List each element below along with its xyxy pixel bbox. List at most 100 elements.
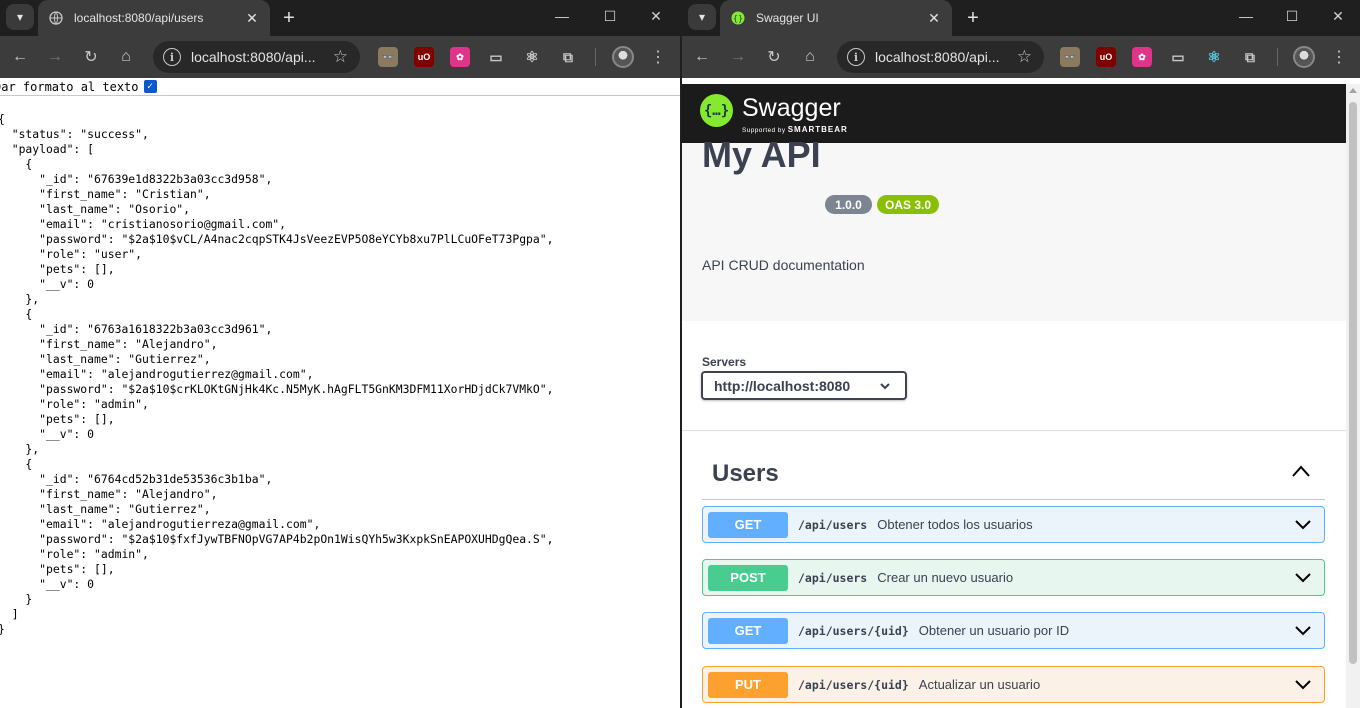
tab-api-users[interactable]: localhost:8080/api/users ✕ <box>38 0 270 36</box>
reload-icon[interactable]: ↻ <box>760 43 788 71</box>
minimize-button[interactable]: — <box>540 0 584 32</box>
chevron-down-icon[interactable] <box>1294 625 1312 637</box>
address-bar[interactable]: i localhost:8080/api... ☆ <box>153 41 360 73</box>
site-info-icon[interactable]: i <box>163 48 181 66</box>
json-line: ] <box>0 607 19 621</box>
oas-badge: OAS 3.0 <box>877 195 939 214</box>
close-window-button[interactable]: ✕ <box>1316 0 1360 32</box>
json-body: { "status": "success", "payload": [ { "_… <box>0 112 553 637</box>
puzzle-extensions-icon[interactable]: ⧉ <box>558 47 578 67</box>
json-line: "_id": "67639e1d8322b3a03cc3d958", <box>0 172 273 186</box>
json-line: "email": "cristianosorio@gmail.com", <box>0 217 287 231</box>
react-devtools-icon[interactable]: ⚛ <box>1204 47 1224 67</box>
json-line: "password": "$2a$10$fxfJywTBFNOpVG7AP4b2… <box>0 532 554 546</box>
json-line: "password": "$2a$10$vCL/A4nac2cqpSTK4JsV… <box>0 232 554 246</box>
json-line: { <box>0 112 553 127</box>
operation-post-users[interactable]: POST /api/users Crear un nuevo usuario <box>702 559 1325 596</box>
forward-icon[interactable]: → <box>41 43 69 71</box>
eyes-extension-icon[interactable]: 👓 <box>1060 47 1080 67</box>
api-title: My API <box>702 134 821 175</box>
chevron-down-icon[interactable] <box>1294 519 1312 531</box>
back-icon[interactable]: ← <box>688 43 716 71</box>
tab-search-button[interactable]: ▾ <box>6 4 34 30</box>
toolbar-divider <box>595 48 596 66</box>
home-icon[interactable]: ⌂ <box>112 43 140 71</box>
server-select[interactable]: http://localhost:8080 <box>701 371 907 400</box>
swagger-favicon-icon: {} <box>730 10 746 26</box>
chevron-up-icon[interactable] <box>1291 464 1311 478</box>
json-line: "first_name": "Alejandro", <box>0 487 218 501</box>
svg-text:{}: {} <box>733 14 743 23</box>
browser-toolbar: ← → ↻ ⌂ i localhost:8080/api... ☆ 👓 uO ✿… <box>682 36 1360 78</box>
maximize-button[interactable]: ☐ <box>588 0 632 32</box>
address-bar[interactable]: i localhost:8080/api... ☆ <box>837 41 1044 73</box>
operation-get-users[interactable]: GET /api/users Obtener todos los usuario… <box>702 506 1325 543</box>
new-tab-button[interactable]: + <box>275 4 303 32</box>
pink-extension-icon[interactable]: ✿ <box>450 47 470 67</box>
operation-path: /api/users <box>798 517 868 532</box>
scroll-up-icon[interactable] <box>1349 88 1357 93</box>
json-line: "first_name": "Alejandro", <box>0 337 218 351</box>
api-description: API CRUD documentation <box>702 257 865 273</box>
json-line: "__v": 0 <box>0 277 95 291</box>
tab-search-button[interactable]: ▾ <box>688 4 716 30</box>
pink-extension-icon[interactable]: ✿ <box>1132 47 1152 67</box>
operation-summary: Actualizar un usuario <box>918 677 1041 692</box>
swagger-logo-icon[interactable]: {…} <box>700 94 733 127</box>
ublock-icon[interactable]: uO <box>414 47 434 67</box>
home-icon[interactable]: ⌂ <box>796 43 824 71</box>
json-line: "last_name": "Osorio", <box>0 202 191 216</box>
tab-strip: ▾ localhost:8080/api/users ✕ + — ☐ ✕ <box>0 0 680 36</box>
cast-icon[interactable]: ▭ <box>1168 47 1188 67</box>
profile-avatar[interactable] <box>1293 46 1315 68</box>
bookmark-star-icon[interactable]: ☆ <box>1017 47 1032 67</box>
maximize-button[interactable]: ☐ <box>1270 0 1314 32</box>
cast-icon[interactable]: ▭ <box>486 47 506 67</box>
json-line: }, <box>0 442 40 456</box>
json-line: "email": "alejandrogutierreza@gmail.com"… <box>0 517 321 531</box>
json-line: { <box>0 307 33 321</box>
close-window-button[interactable]: ✕ <box>634 0 678 32</box>
chevron-down-icon[interactable] <box>1294 679 1312 691</box>
puzzle-extensions-icon[interactable]: ⧉ <box>1240 47 1260 67</box>
operation-path: /api/users <box>798 570 868 585</box>
json-line: "email": "alejandrogutierrez@gmail.com", <box>0 367 314 381</box>
json-line: } <box>0 592 33 606</box>
json-line: "pets": [], <box>0 562 115 576</box>
eyes-extension-icon[interactable]: 👓 <box>378 47 398 67</box>
json-line: { <box>0 157 33 171</box>
more-menu-icon[interactable]: ⋮ <box>644 43 672 71</box>
tag-users-header[interactable]: Users <box>702 444 1325 500</box>
minimize-button[interactable]: — <box>1224 0 1268 32</box>
url-text: localhost:8080/api... <box>191 49 316 65</box>
json-line: "_id": "6764cd52b31de53536c3b1ba", <box>0 472 273 486</box>
close-tab-icon[interactable]: ✕ <box>240 6 264 30</box>
back-icon[interactable]: ← <box>6 43 34 71</box>
json-line: "role": "user", <box>0 247 143 261</box>
bookmark-star-icon[interactable]: ☆ <box>333 47 348 67</box>
chevron-down-icon[interactable] <box>1294 572 1312 584</box>
pretty-print-checkbox[interactable]: ✓ <box>143 80 157 93</box>
operation-put-user[interactable]: PUT /api/users/{uid} Actualizar un usuar… <box>702 666 1325 703</box>
page-scrollbar[interactable] <box>1346 84 1360 708</box>
ublock-icon[interactable]: uO <box>1096 47 1116 67</box>
json-line: }, <box>0 292 40 306</box>
version-badge: 1.0.0 <box>825 195 872 214</box>
swagger-brand: Swagger <box>742 94 841 122</box>
section-divider <box>682 430 1346 431</box>
tab-swagger-ui[interactable]: {} Swagger UI ✕ <box>720 0 952 36</box>
site-info-icon[interactable]: i <box>847 48 865 66</box>
method-badge: POST <box>708 564 788 591</box>
tag-name: Users <box>712 460 779 487</box>
json-line: "__v": 0 <box>0 577 95 591</box>
react-devtools-icon[interactable]: ⚛ <box>522 47 542 67</box>
operation-get-user-by-id[interactable]: GET /api/users/{uid} Obtener un usuario … <box>702 612 1325 649</box>
more-menu-icon[interactable]: ⋮ <box>1325 43 1353 71</box>
json-line: "__v": 0 <box>0 427 95 441</box>
reload-icon[interactable]: ↻ <box>77 43 105 71</box>
scroll-thumb[interactable] <box>1349 102 1357 664</box>
close-tab-icon[interactable]: ✕ <box>922 6 946 30</box>
new-tab-button[interactable]: + <box>959 4 987 32</box>
profile-avatar[interactable] <box>612 46 634 68</box>
forward-icon[interactable]: → <box>724 43 752 71</box>
